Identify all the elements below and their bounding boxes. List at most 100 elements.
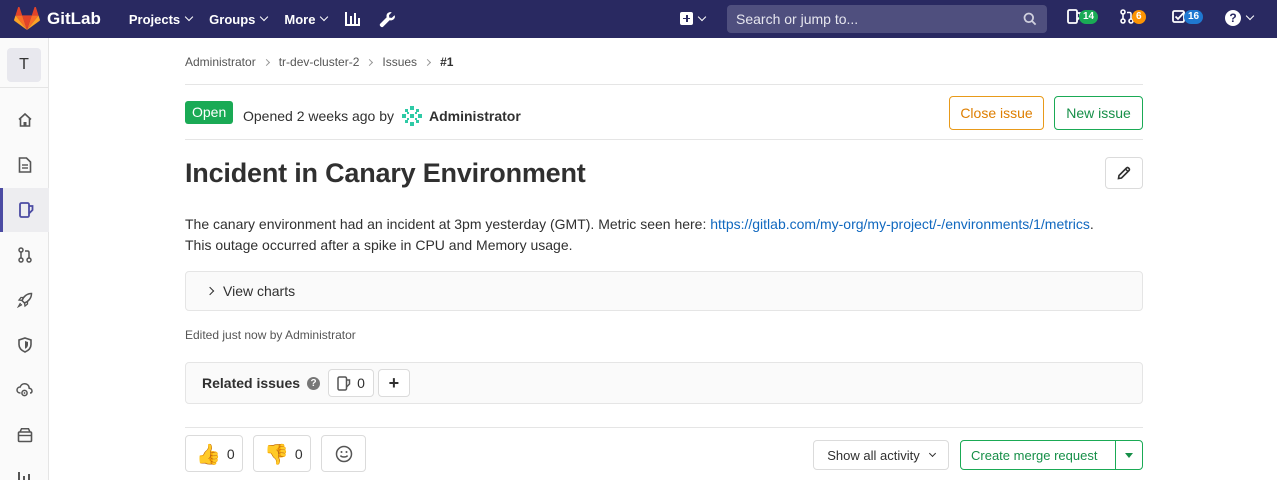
chevron-down-icon <box>320 12 329 22</box>
todos-counter[interactable]: 16 <box>1172 9 1204 24</box>
sidebar-item-packages[interactable] <box>0 413 49 457</box>
bar-chart-icon <box>345 12 361 26</box>
chevron-right-icon <box>424 58 432 66</box>
thumbs-up-award-button[interactable]: 👍 0 <box>185 435 243 472</box>
search-icon <box>1023 12 1037 26</box>
edited-info: Edited just now by Administrator <box>185 328 356 342</box>
help-dropdown[interactable]: ? <box>1225 10 1255 26</box>
activity-filter-label: Show all activity <box>827 447 920 463</box>
document-icon <box>18 157 31 173</box>
sidebar-item-analytics[interactable] <box>0 458 49 480</box>
pencil-icon <box>1117 166 1131 180</box>
bar-chart-icon <box>17 472 30 480</box>
sidebar-item-issues[interactable] <box>0 188 49 232</box>
breadcrumb-namespace[interactable]: Administrator <box>185 55 256 69</box>
package-icon <box>17 428 32 443</box>
gitlab-logo-icon <box>14 7 40 30</box>
close-issue-button[interactable]: Close issue <box>949 96 1044 130</box>
cloud-gear-icon <box>16 382 33 397</box>
issue-description: The canary environment had an incident a… <box>185 214 1145 256</box>
related-issues-block: Related issues ? 0 + <box>185 362 1143 404</box>
metrics-link[interactable]: https://gitlab.com/my-org/my-project/-/e… <box>710 216 1090 232</box>
view-charts-label: View charts <box>223 283 296 299</box>
search-box <box>727 5 1047 33</box>
split-divider <box>1115 441 1116 469</box>
issues-counter[interactable]: 14 <box>1067 9 1099 24</box>
chevron-down-icon <box>928 449 936 458</box>
breadcrumb-current-issue[interactable]: #1 <box>440 55 453 69</box>
thumbs-up-count: 0 <box>226 445 235 462</box>
issues-icon <box>337 375 351 391</box>
new-dropdown[interactable] <box>680 12 707 25</box>
view-charts-toggle[interactable]: View charts <box>185 271 1143 311</box>
edit-title-button[interactable] <box>1105 157 1143 189</box>
plus-icon: + <box>388 373 400 393</box>
issue-meta: Opened 2 weeks ago by Administrator <box>243 104 521 128</box>
help-icon: ? <box>1225 10 1241 26</box>
title-divider <box>185 139 1143 140</box>
top-navbar: GitLab Projects Groups More 14 6 16 ? <box>0 0 1277 38</box>
brand-name: GitLab <box>47 9 101 28</box>
header-divider <box>185 84 1143 85</box>
rocket-icon <box>16 292 32 308</box>
add-reaction-button[interactable] <box>321 435 366 472</box>
gitlab-home-link[interactable]: GitLab <box>14 7 101 31</box>
breadcrumb: Administrator tr-dev-cluster-2 Issues #1 <box>185 55 453 69</box>
sidebar-item-ci-cd[interactable] <box>0 278 49 322</box>
create-merge-request-button[interactable]: Create merge request <box>971 448 1097 463</box>
home-icon <box>17 112 32 127</box>
issue-title: Incident in Canary Environment <box>185 158 586 188</box>
thumbs-down-award-button[interactable]: 👎 0 <box>253 435 311 472</box>
analytics-link[interactable] <box>344 11 361 28</box>
new-issue-button[interactable]: New issue <box>1054 96 1143 130</box>
admin-area-link[interactable] <box>379 11 396 28</box>
help-icon[interactable]: ? <box>307 376 321 390</box>
plus-square-icon <box>680 12 693 25</box>
main-menu: Projects Groups More <box>129 11 415 28</box>
wrench-icon <box>380 11 396 27</box>
author-link[interactable]: Administrator <box>429 108 521 124</box>
add-related-issue-button[interactable]: + <box>377 369 410 397</box>
merge-request-icon <box>17 247 32 263</box>
groups-menu[interactable]: Groups <box>209 11 269 28</box>
sidebar-item-repository[interactable] <box>0 143 49 187</box>
author-avatar-icon[interactable] <box>400 104 424 128</box>
caret-down-icon[interactable] <box>1125 453 1133 458</box>
sidebar-item-operations[interactable] <box>0 368 49 412</box>
smiley-icon <box>335 445 352 462</box>
more-menu-label: More <box>284 11 316 27</box>
related-issues-count: 0 <box>328 369 374 397</box>
search-input[interactable] <box>736 11 1006 27</box>
chevron-down-icon <box>697 12 707 21</box>
chevron-down-icon <box>184 12 194 22</box>
more-menu[interactable]: More <box>284 11 329 28</box>
sidebar-item-security[interactable] <box>0 323 49 367</box>
shield-icon <box>17 337 32 353</box>
activity-divider <box>185 427 1143 428</box>
project-sidebar: T <box>0 38 49 480</box>
sidebar-item-merge-requests[interactable] <box>0 233 49 277</box>
related-issues-title: Related issues <box>202 375 301 391</box>
related-count-value: 0 <box>357 375 365 391</box>
todos-count-badge: 16 <box>1184 9 1204 24</box>
thumbs-up-icon: 👍 <box>196 441 221 466</box>
chevron-right-icon <box>205 286 215 296</box>
description-text: The canary environment had an incident a… <box>185 216 711 232</box>
description-period: . <box>1089 216 1094 232</box>
thumbs-down-count: 0 <box>294 445 303 462</box>
activity-filter-dropdown[interactable]: Show all activity <box>813 440 949 470</box>
chevron-right-icon <box>262 58 270 66</box>
projects-menu[interactable]: Projects <box>128 11 194 28</box>
create-merge-request-split-button: Create merge request <box>960 440 1143 470</box>
description-line-2: This outage occurred after a spike in CP… <box>185 237 573 253</box>
merge-requests-counter[interactable]: 6 <box>1120 9 1146 24</box>
opened-text: Opened 2 weeks ago by <box>243 108 394 124</box>
chevron-down-icon <box>260 12 269 22</box>
chevron-down-icon <box>1245 11 1255 21</box>
project-avatar[interactable]: T <box>7 48 41 82</box>
projects-menu-label: Projects <box>128 11 181 27</box>
breadcrumb-issues[interactable]: Issues <box>382 55 417 69</box>
breadcrumb-project[interactable]: tr-dev-cluster-2 <box>279 55 360 69</box>
sidebar-item-project-overview[interactable] <box>0 98 49 142</box>
issues-count-badge: 14 <box>1079 9 1099 24</box>
